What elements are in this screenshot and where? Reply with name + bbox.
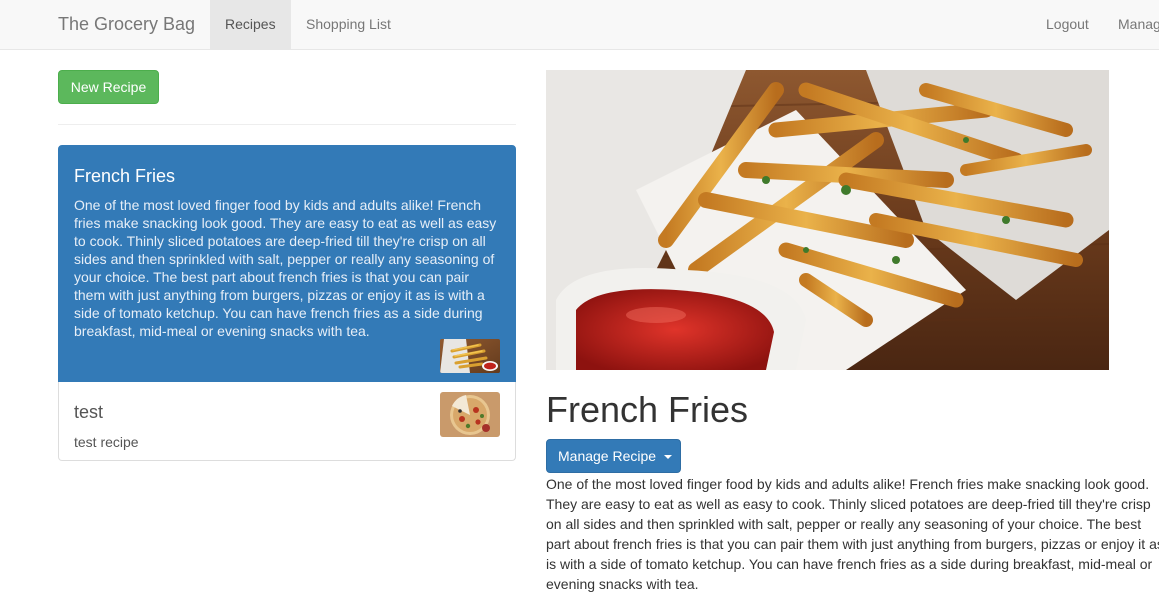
recipe-list-item-test[interactable]: test test recipe [58, 382, 516, 461]
recipe-detail-description: One of the most loved finger food by kid… [546, 476, 1159, 592]
recipe-detail-title: French Fries [546, 389, 749, 430]
recipe-item-title: French Fries [74, 166, 176, 186]
nav-shopping-list[interactable]: Shopping List [291, 0, 406, 49]
nav-recipes[interactable]: Recipes [210, 0, 291, 49]
nav-logout[interactable]: Logout [1031, 0, 1104, 49]
manage-recipe-dropdown[interactable]: Manage Recipe [546, 439, 681, 473]
new-recipe-button[interactable]: New Recipe [58, 70, 159, 104]
recipe-item-description: One of the most loved finger food by kid… [74, 197, 497, 339]
brand-link[interactable]: The Grocery Bag [58, 0, 195, 50]
top-navbar: The Grocery Bag Recipes Shopping List Lo… [0, 0, 1159, 50]
recipe-hero-image [546, 70, 1109, 370]
manage-recipe-label: Manage Recipe [558, 448, 657, 464]
recipe-thumbnail-pizza [440, 392, 500, 437]
recipe-thumbnail-fries [440, 339, 500, 373]
recipe-list: French Fries One of the most loved finge… [58, 145, 516, 461]
recipe-item-title: test [74, 402, 104, 422]
page: The Grocery Bag Recipes Shopping List Lo… [0, 0, 1159, 606]
caret-down-icon [663, 455, 672, 460]
divider [58, 124, 516, 125]
recipe-list-item-french-fries[interactable]: French Fries One of the most loved finge… [58, 145, 516, 382]
nav-manage-dropdown[interactable]: Manage [1103, 0, 1159, 49]
recipe-item-description: test recipe [74, 434, 139, 450]
